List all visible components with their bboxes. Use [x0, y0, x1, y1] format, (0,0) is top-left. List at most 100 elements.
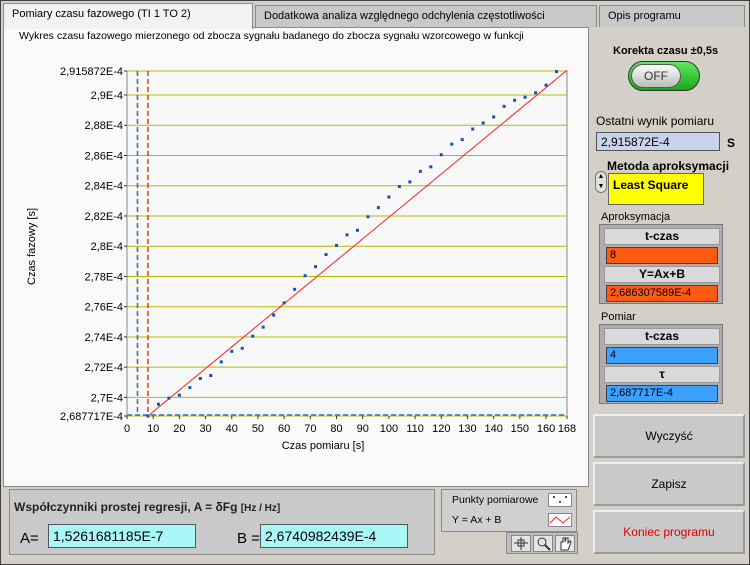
tab-pomiary[interactable]: Pomiary czasu fazowego (TI 1 TO 2)	[3, 3, 253, 29]
data-point	[198, 377, 202, 381]
x-tick-label: 100	[380, 423, 398, 435]
metoda-label: Metoda aproksymacji	[607, 159, 730, 173]
data-point	[439, 153, 443, 157]
y-tick-label: 2,915872E-4	[60, 66, 123, 78]
data-point	[429, 165, 433, 169]
x-tick-label: 0	[124, 423, 130, 435]
aproks-tczas-head: t-czas	[604, 228, 720, 245]
y-tick-label: 2,72E-4	[84, 362, 123, 374]
plot-legend[interactable]: Punkty pomiarowe Y = Ax + B	[441, 489, 577, 532]
data-point	[387, 195, 391, 199]
plot-area[interactable]	[126, 70, 568, 417]
ring-increment-icon[interactable]: ▲ ▼	[595, 171, 607, 193]
data-point	[293, 287, 297, 291]
data-point	[314, 265, 318, 269]
ostatni-wynik-label: Ostatni wynik pomiaru	[596, 114, 715, 128]
b-label: B =	[237, 530, 260, 547]
data-point	[335, 243, 339, 247]
aproks-tczas-value: 8	[606, 247, 718, 264]
unit-seconds: S	[727, 136, 736, 150]
data-point	[460, 138, 464, 142]
ostatni-wynik-value: 2,915872E-4	[596, 132, 720, 151]
legend-line-swatch[interactable]	[548, 513, 572, 527]
x-tick-label: 40	[226, 423, 238, 435]
x-tick-label: 30	[199, 423, 211, 435]
x-tick-label: 50	[252, 423, 264, 435]
data-point	[261, 325, 265, 329]
x-tick-label: 160	[537, 423, 555, 435]
pan-hand-icon[interactable]	[555, 535, 575, 552]
cursor-move-icon[interactable]	[511, 535, 531, 552]
pomiar-tczas-head: t-czas	[604, 328, 720, 345]
aproksymacja-group: t-czas 8 Y=Ax+B 2,686307589E-4	[599, 224, 723, 304]
data-point	[366, 215, 370, 219]
aproks-eq-value: 2,686307589E-4	[606, 285, 718, 302]
y-tick-label: 2,76E-4	[84, 302, 123, 314]
x-tick-label: 168	[558, 423, 576, 435]
y-tick-label: 2,78E-4	[84, 271, 123, 283]
data-point	[513, 98, 517, 102]
data-point	[240, 346, 244, 350]
aproksymacja-label: Aproksymacja	[601, 211, 671, 223]
x-tick-label: 120	[432, 423, 450, 435]
data-point	[345, 233, 349, 237]
b-value-field: 2,6740982439E-4	[260, 524, 408, 548]
data-point	[450, 142, 454, 146]
y-tick-label: 2,74E-4	[84, 332, 123, 344]
y-tick-label: 2,687717E-4	[60, 411, 123, 423]
data-point	[492, 115, 496, 119]
y-tick-label: 2,7E-4	[91, 392, 123, 404]
pomiar-tau-value: 2,687717E-4	[606, 385, 718, 402]
phase-time-chart[interactable]: 2,687717E-4 2,7E-4 2,72E-4 2,74E-4 2,76E-4 2,…	[1, 1, 591, 461]
aproks-eq-head: Y=Ax+B	[604, 266, 720, 283]
x-axis-label: Czas pomiaru [s]	[282, 440, 365, 452]
y-axis-label: Czas fazowy [s]	[26, 208, 38, 285]
zoom-icon[interactable]	[533, 535, 553, 552]
legend-line-label: Y = Ax + B	[452, 514, 502, 526]
data-point	[209, 374, 213, 378]
legend-points-swatch[interactable]	[548, 493, 572, 507]
a-value-field: 1,5261681185E-7	[48, 524, 196, 548]
metoda-select[interactable]: Least Square	[608, 173, 704, 205]
regression-title-text: Współczynniki prostej regresji, A = δFg	[14, 500, 238, 514]
data-point	[188, 386, 192, 390]
data-point	[177, 393, 181, 397]
data-point	[272, 313, 276, 317]
legend-points-label: Punkty pomiarowe	[452, 494, 539, 506]
tab-opis-programu[interactable]: Opis programu	[599, 5, 745, 27]
y-tick-label: 2,9E-4	[91, 90, 123, 102]
clear-button[interactable]: Wyczyść	[593, 414, 745, 458]
data-point	[324, 253, 328, 257]
korekta-label: Korekta czasu ±0,5s	[613, 45, 719, 57]
data-point	[303, 274, 307, 278]
data-point	[471, 127, 475, 131]
graph-palette	[506, 532, 578, 554]
data-point	[397, 184, 401, 188]
x-tick-label: 20	[173, 423, 185, 435]
data-point	[146, 414, 150, 418]
regression-panel: Współczynniki prostej regresji, A = δFg …	[9, 489, 435, 555]
save-button[interactable]: Zapisz	[593, 462, 745, 506]
data-point	[376, 206, 380, 210]
y-tick-label: 2,88E-4	[84, 120, 123, 132]
data-point	[481, 121, 485, 125]
data-point	[534, 91, 538, 95]
data-point	[156, 402, 160, 406]
data-point	[282, 301, 286, 305]
data-point	[167, 396, 171, 400]
toggle-knob[interactable]: OFF	[631, 64, 681, 88]
stop-program-button[interactable]: Koniec programu	[593, 510, 745, 554]
korekta-toggle[interactable]: OFF	[628, 61, 700, 91]
x-tick-label: 140	[484, 423, 502, 435]
application-window: Pomiary czasu fazowego (TI 1 TO 2) Dodat…	[0, 0, 750, 565]
y-tick-label: 2,84E-4	[84, 181, 123, 193]
data-point	[418, 169, 422, 173]
y-tick-label: 2,86E-4	[84, 150, 123, 162]
x-tick-label: 130	[458, 423, 476, 435]
data-point	[555, 70, 559, 74]
data-point	[230, 349, 234, 353]
pomiar-tau-head: τ	[604, 366, 720, 383]
x-tick-label: 80	[330, 423, 342, 435]
y-tick-label: 2,8E-4	[91, 241, 123, 253]
pomiar-group: t-czas 4 τ 2,687717E-4	[599, 324, 723, 404]
